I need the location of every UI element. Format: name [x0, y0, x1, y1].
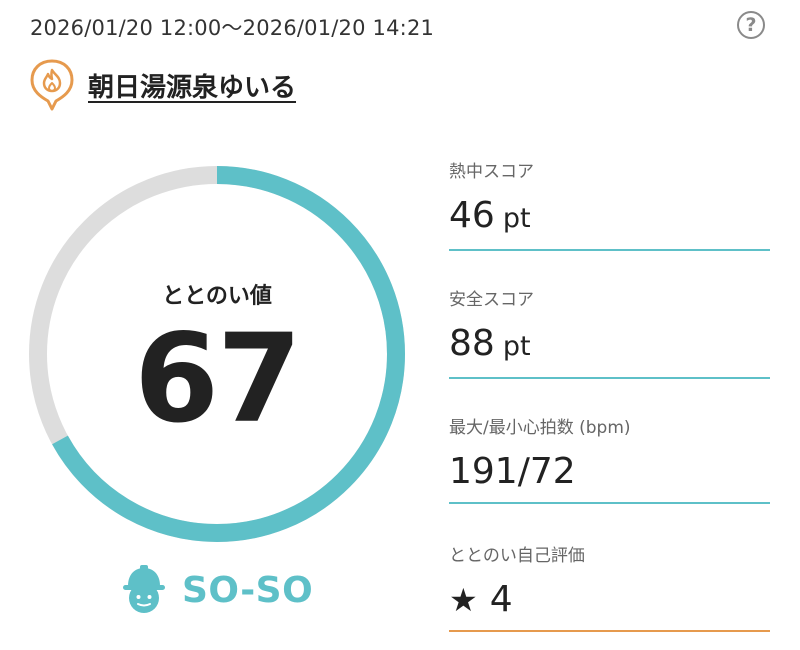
metric-unit: pt	[502, 203, 531, 234]
metric-value: 191/72	[449, 452, 770, 492]
metric-label: 最大/最小心拍数 (bpm)	[449, 418, 631, 438]
metric-number: 191/72	[449, 451, 576, 492]
metric-heart-rate: 最大/最小心拍数 (bpm) 191/72	[449, 413, 770, 504]
metric-safety-score: 安全スコア 88 pt	[449, 285, 770, 379]
session-datetime: 2026/01/20 12:00〜2026/01/20 14:21	[30, 16, 435, 40]
gauge-value: 67	[134, 308, 302, 450]
metric-divider	[449, 502, 770, 504]
metric-label: ととのい自己評価	[449, 546, 585, 566]
star-icon: ★	[449, 581, 478, 619]
metric-number: 46	[449, 195, 495, 236]
metric-value: 88 pt	[449, 324, 770, 367]
metric-label: 安全スコア	[449, 290, 534, 310]
metric-value: ★ 4	[449, 580, 770, 620]
status-indicator: SO-SO	[120, 564, 313, 616]
metric-number: 88	[449, 323, 495, 364]
gauge-label: ととのい値	[162, 284, 272, 309]
metric-divider	[449, 377, 770, 379]
metric-unit: pt	[502, 331, 531, 362]
metric-divider	[449, 249, 770, 251]
metric-self-rating: ととのい自己評価 ★ 4	[449, 541, 770, 632]
facility-link[interactable]: 朝日湯源泉ゆいる	[28, 58, 296, 112]
status-text: SO-SO	[182, 569, 314, 611]
question-circle-icon[interactable]: ?	[737, 11, 765, 39]
metric-heat-score: 熱中スコア 46 pt	[449, 157, 770, 251]
metric-value: 46 pt	[449, 196, 770, 239]
metric-label: 熱中スコア	[449, 162, 534, 182]
facility-name[interactable]: 朝日湯源泉ゆいる	[88, 67, 296, 104]
hot-spring-pin-icon	[30, 59, 74, 111]
face-with-hat-icon	[123, 565, 165, 613]
metric-number: 4	[489, 579, 513, 620]
metric-divider	[449, 630, 770, 632]
